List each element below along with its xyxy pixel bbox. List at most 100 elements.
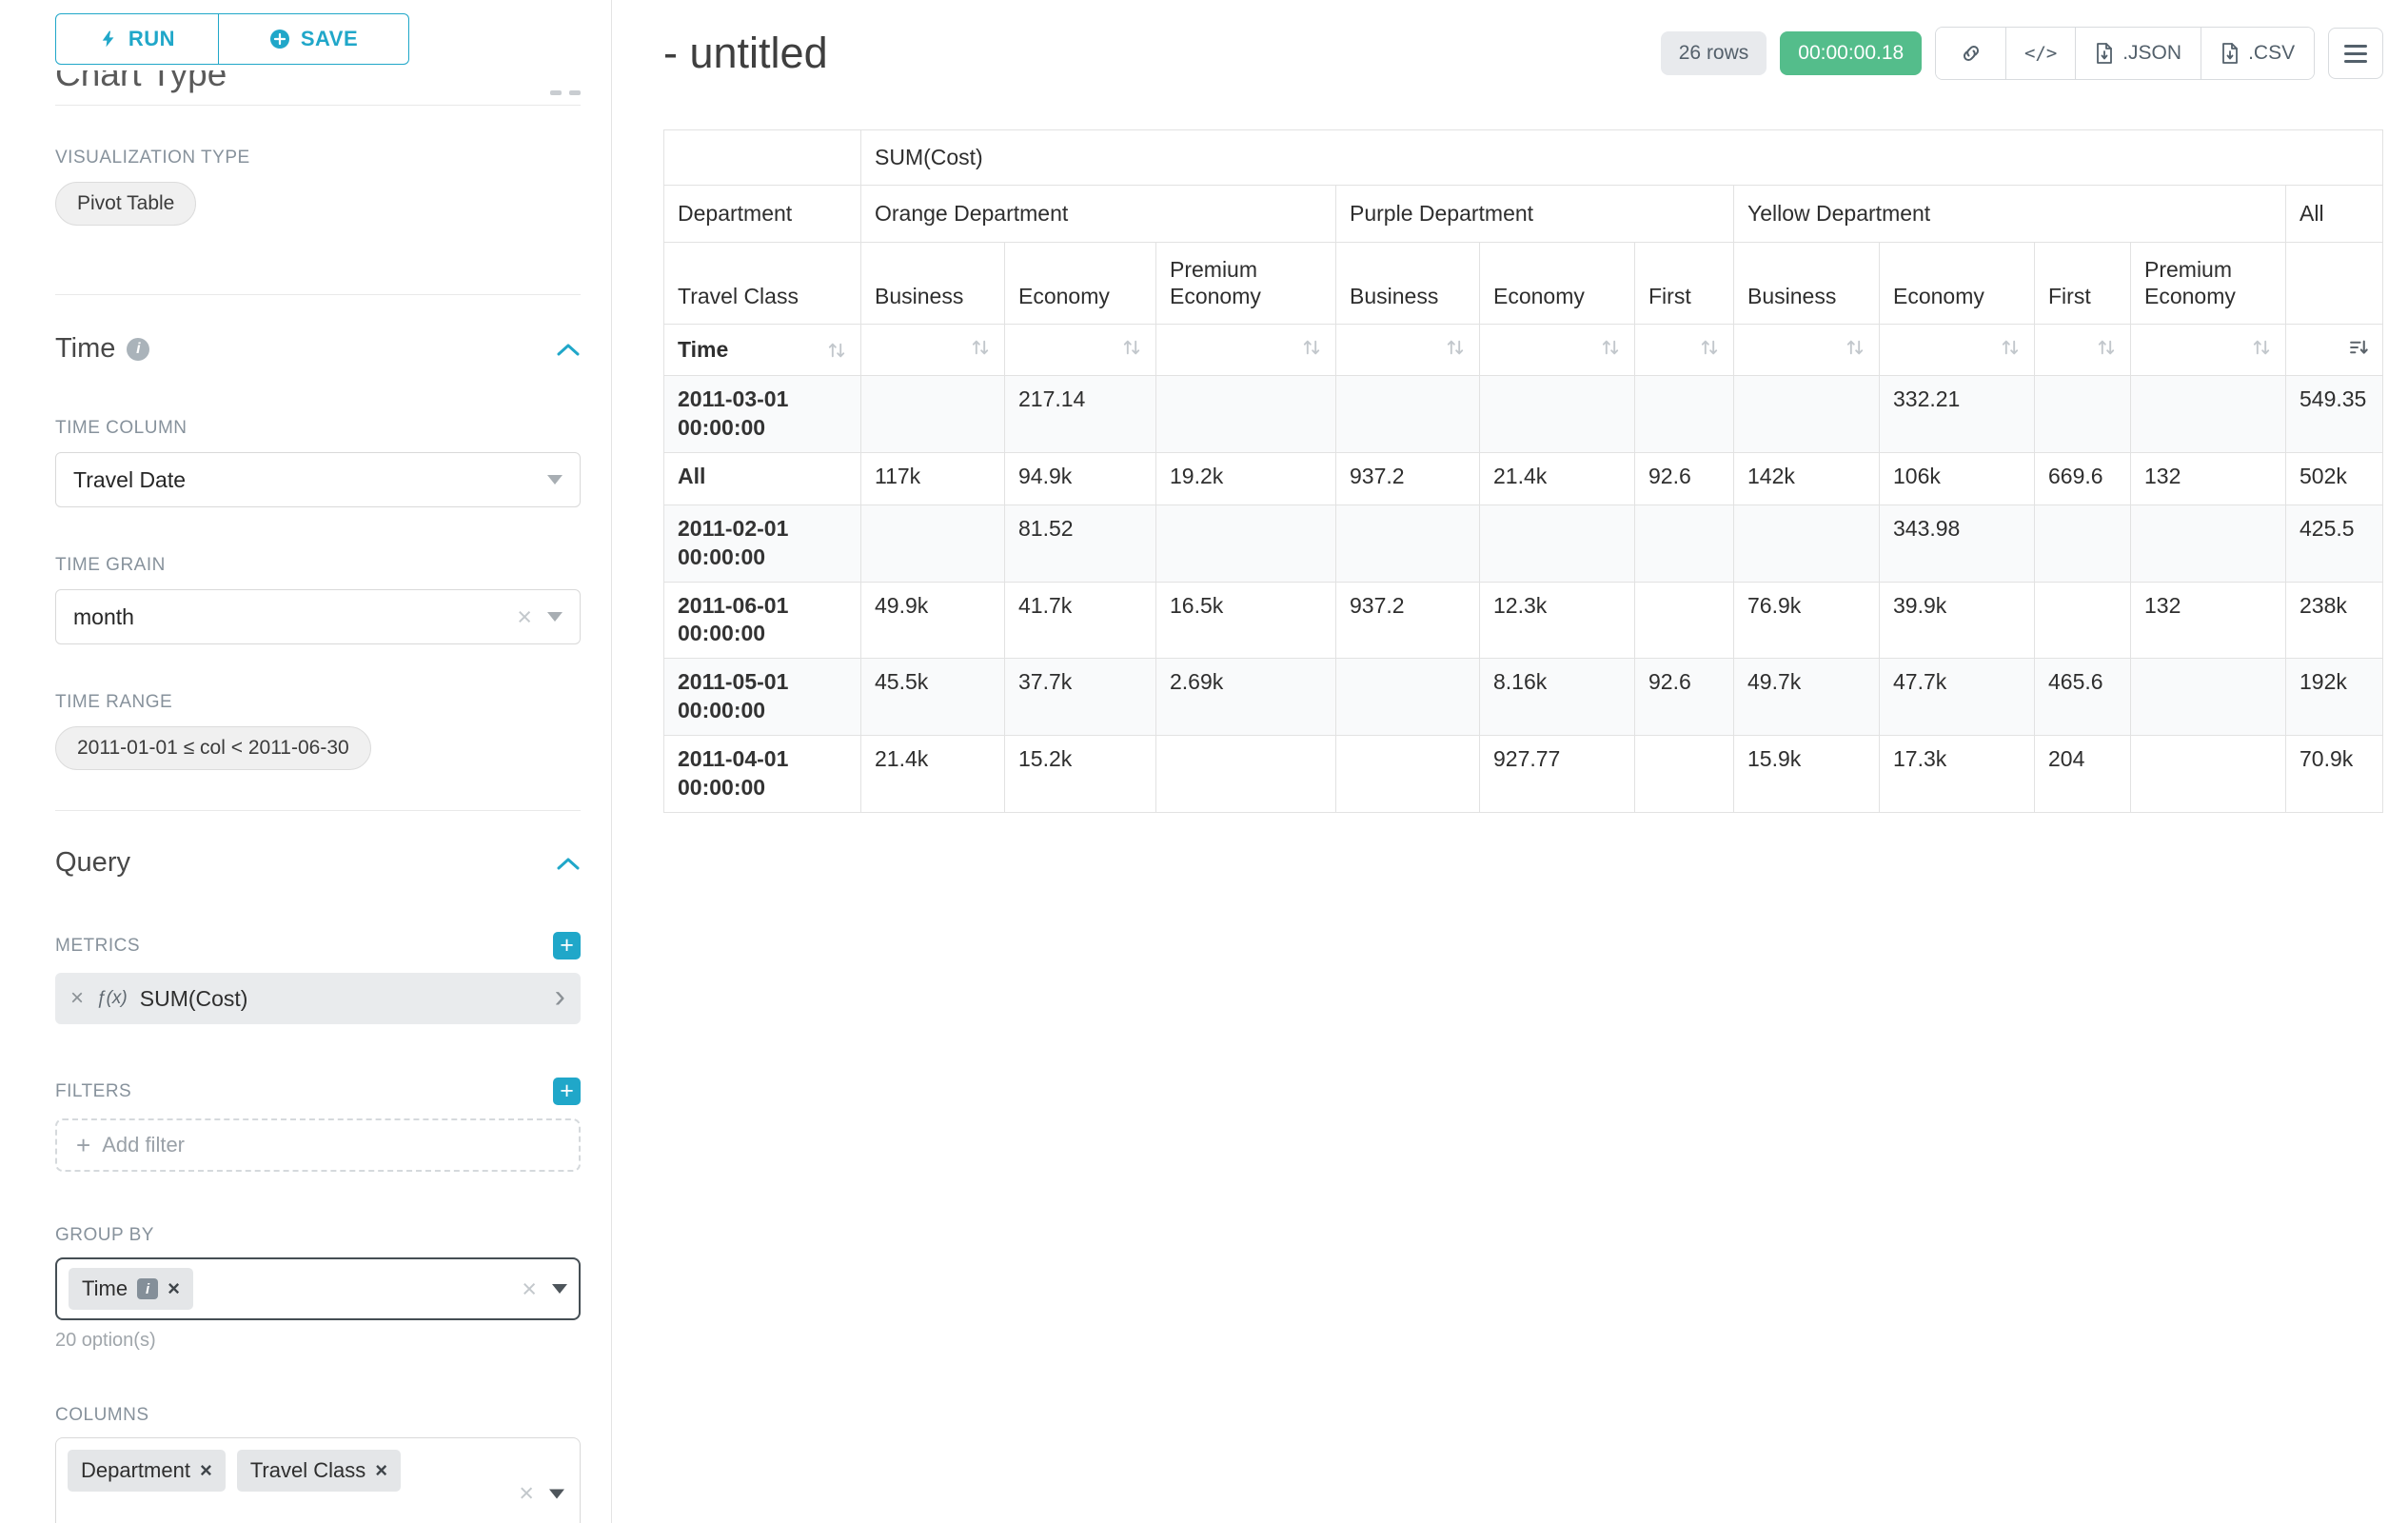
pivot-sort-cell[interactable] bbox=[1005, 325, 1156, 376]
pivot-class-header: Economy bbox=[1005, 243, 1156, 325]
pivot-data-row: 2011-03-01 00:00:00217.14332.21549.35 bbox=[664, 376, 2383, 453]
clear-icon[interactable]: × bbox=[522, 1276, 537, 1302]
pivot-sort-cell[interactable] bbox=[2131, 325, 2286, 376]
columns-pill[interactable]: Department × bbox=[68, 1450, 226, 1492]
pivot-sort-cell[interactable] bbox=[1635, 325, 1734, 376]
more-options-button[interactable] bbox=[2328, 28, 2383, 79]
metric-item[interactable]: × ƒ(x) SUM(Cost) › bbox=[55, 973, 581, 1024]
export-json-label: .JSON bbox=[2122, 42, 2181, 65]
time-grain-label: TIME GRAIN bbox=[55, 555, 581, 576]
time-range-value[interactable]: 2011-01-01 ≤ col < 2011-06-30 bbox=[55, 726, 371, 770]
time-grain-select[interactable]: month × bbox=[55, 589, 581, 644]
pivot-sort-cell[interactable] bbox=[1734, 325, 1880, 376]
export-json-button[interactable]: .JSON bbox=[2075, 28, 2201, 79]
pivot-metric-header: SUM(Cost) bbox=[861, 130, 2383, 186]
pivot-sort-cell[interactable] bbox=[2286, 325, 2383, 376]
remove-metric-icon[interactable]: × bbox=[70, 985, 84, 1012]
add-filter-plus-button[interactable]: + bbox=[553, 1078, 581, 1105]
plus-icon: + bbox=[76, 1133, 90, 1157]
clear-icon[interactable]: × bbox=[517, 604, 532, 630]
query-section-title: Query bbox=[55, 847, 130, 879]
export-csv-button[interactable]: .CSV bbox=[2201, 28, 2314, 79]
pivot-sort-cell[interactable] bbox=[1480, 325, 1635, 376]
pivot-cell bbox=[1480, 376, 1635, 453]
pivot-row-label: 2011-04-01 00:00:00 bbox=[664, 736, 861, 813]
pivot-sort-cell[interactable] bbox=[1336, 325, 1480, 376]
chart-title[interactable]: - untitled bbox=[663, 29, 828, 78]
chevron-down-icon bbox=[547, 612, 563, 622]
group-by-select[interactable]: Timei× × bbox=[55, 1257, 581, 1320]
pivot-time-header[interactable]: Time bbox=[664, 325, 861, 376]
pivot-cell bbox=[1635, 736, 1734, 813]
code-icon: </> bbox=[2024, 43, 2057, 64]
chevron-down-icon bbox=[549, 1489, 564, 1498]
pivot-cell: 132 bbox=[2131, 452, 2286, 504]
pivot-cell: 92.6 bbox=[1635, 452, 1734, 504]
pivot-class-header: Business bbox=[1336, 243, 1480, 325]
chevron-up-icon[interactable] bbox=[556, 342, 581, 357]
add-metric-button[interactable]: + bbox=[553, 932, 581, 959]
columns-select[interactable]: Department×Travel Class× × bbox=[55, 1437, 581, 1523]
run-button-label: RUN bbox=[128, 27, 175, 51]
pivot-sort-cell[interactable] bbox=[1156, 325, 1336, 376]
chevron-down-icon bbox=[547, 475, 563, 485]
divider bbox=[55, 294, 581, 295]
sort-icon bbox=[1699, 337, 1720, 358]
remove-pill-icon[interactable]: × bbox=[168, 1276, 180, 1301]
pivot-sort-cell[interactable] bbox=[861, 325, 1005, 376]
pivot-cell: 41.7k bbox=[1005, 582, 1156, 659]
pivot-data-row: 2011-06-01 00:00:0049.9k41.7k16.5k937.21… bbox=[664, 582, 2383, 659]
share-link-button[interactable] bbox=[1936, 28, 2005, 79]
pivot-group-header: Orange Department bbox=[861, 186, 1336, 243]
pivot-cell: 465.6 bbox=[2035, 659, 2131, 736]
pivot-cell: 21.4k bbox=[861, 736, 1005, 813]
pivot-cell bbox=[2131, 376, 2286, 453]
pivot-cell: 937.2 bbox=[1336, 452, 1480, 504]
columns-pill-label: Department bbox=[81, 1458, 190, 1483]
columns-pill[interactable]: Travel Class× bbox=[237, 1450, 401, 1492]
pivot-cell bbox=[1336, 376, 1480, 453]
pivot-cell bbox=[1635, 376, 1734, 453]
pivot-cell: 669.6 bbox=[2035, 452, 2131, 504]
run-button[interactable]: RUN bbox=[55, 13, 219, 65]
pivot-group-header: All bbox=[2286, 186, 2383, 243]
time-section-header[interactable]: Time i bbox=[55, 333, 581, 365]
info-icon: i bbox=[127, 338, 149, 361]
remove-pill-icon[interactable]: × bbox=[375, 1458, 387, 1483]
query-section-header[interactable]: Query bbox=[55, 847, 581, 879]
pivot-cell: 49.9k bbox=[861, 582, 1005, 659]
row-count-badge: 26 rows bbox=[1661, 31, 1767, 75]
pivot-group-header: Yellow Department bbox=[1734, 186, 2286, 243]
time-column-select[interactable]: Travel Date bbox=[55, 452, 581, 507]
save-button[interactable]: SAVE bbox=[219, 13, 409, 65]
view-query-button[interactable]: </> bbox=[2005, 28, 2075, 79]
pivot-row-label: 2011-03-01 00:00:00 bbox=[664, 376, 861, 453]
pivot-cell bbox=[2035, 504, 2131, 582]
visualization-type-value[interactable]: Pivot Table bbox=[55, 182, 196, 226]
visualization-type-label: VISUALIZATION TYPE bbox=[55, 148, 581, 168]
pivot-sort-cell[interactable] bbox=[1880, 325, 2035, 376]
chevron-up-icon[interactable] bbox=[556, 856, 581, 871]
chevron-right-icon[interactable]: › bbox=[555, 980, 565, 1013]
pivot-row-label: 2011-05-01 00:00:00 bbox=[664, 659, 861, 736]
query-timer-badge: 00:00:00.18 bbox=[1780, 31, 1922, 75]
pivot-cell: 70.9k bbox=[2286, 736, 2383, 813]
add-filter-button[interactable]: + Add filter bbox=[55, 1118, 581, 1172]
remove-pill-icon[interactable]: × bbox=[200, 1458, 212, 1483]
group-by-pill[interactable]: Timei× bbox=[69, 1268, 193, 1310]
pivot-cell: 17.3k bbox=[1880, 736, 2035, 813]
pivot-cell bbox=[1734, 504, 1880, 582]
pivot-cell bbox=[1156, 504, 1336, 582]
pivot-sort-cell[interactable] bbox=[2035, 325, 2131, 376]
file-icon bbox=[2220, 42, 2240, 65]
pivot-corner-cell bbox=[664, 130, 861, 186]
pivot-cell: 132 bbox=[2131, 582, 2286, 659]
pivot-cell: 39.9k bbox=[1880, 582, 2035, 659]
clear-icon[interactable]: × bbox=[519, 1481, 534, 1507]
chart-panel: - untitled 26 rows 00:00:00.18 </> bbox=[612, 0, 2408, 1523]
function-icon: ƒ(x) bbox=[96, 988, 128, 1009]
pivot-cell bbox=[1156, 376, 1336, 453]
pivot-cell bbox=[1336, 504, 1480, 582]
pivot-class-header bbox=[2286, 243, 2383, 325]
pivot-cell bbox=[1635, 504, 1734, 582]
